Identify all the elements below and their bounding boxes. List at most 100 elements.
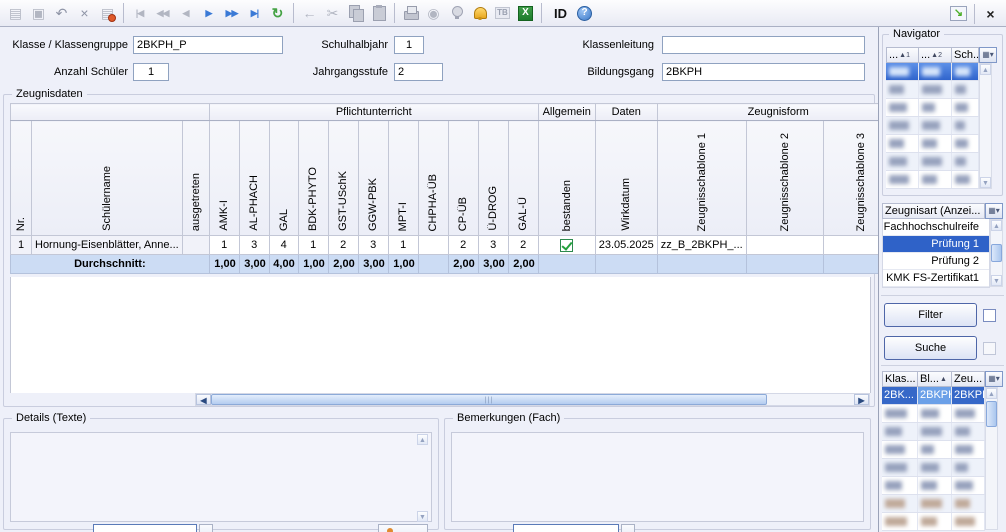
anonymized-row[interactable] — [882, 459, 985, 477]
back-button[interactable]: ← — [298, 2, 321, 25]
copy-button[interactable] — [344, 2, 367, 25]
navigator-vscrollbar[interactable]: ▲ ▼ — [979, 63, 992, 189]
klassen-col-2[interactable]: Bl... ▲ — [918, 371, 952, 387]
new-record-button[interactable]: ▤ — [4, 2, 27, 25]
print-button[interactable] — [399, 2, 422, 25]
bildungsgang-input[interactable] — [662, 63, 865, 81]
nav-prev-fast-button[interactable]: ◀◀ — [151, 2, 174, 25]
cell-ue-drog[interactable]: 3 — [478, 236, 508, 255]
cell-al-phach[interactable]: 3 — [239, 236, 269, 255]
bemerkungen-combo-button[interactable] — [621, 524, 635, 532]
col-header-chpha-ueb[interactable]: CHPHA-ÜB — [418, 121, 448, 236]
cell-nr[interactable]: 1 — [11, 236, 32, 255]
bestanden-checkbox[interactable] — [560, 239, 573, 252]
refresh-button[interactable]: ↻ — [266, 2, 289, 25]
klassen-col-3[interactable]: Zeu... — [952, 371, 985, 387]
anonymized-row[interactable] — [882, 477, 985, 495]
window-switch-button[interactable]: ↘ — [947, 2, 970, 25]
nav-next-fast-button[interactable]: ▶▶ — [220, 2, 243, 25]
col-header-wirkdatum[interactable]: Wirkdatum — [595, 121, 657, 236]
hscroll-left-arrow[interactable]: ◀ — [196, 394, 211, 405]
anonymized-row[interactable] — [882, 441, 985, 459]
details-textarea[interactable]: ▲ ▼ — [10, 432, 432, 522]
col-header-ue-drog[interactable]: Ü-DROG — [478, 121, 508, 236]
anzahl-schueler-input[interactable] — [133, 63, 169, 81]
col-header-zs1[interactable]: Zeugnisschablone 1 — [657, 121, 746, 236]
zeugnisart-grid-menu-button[interactable]: ▦▾ — [985, 203, 1003, 219]
hscroll-right-arrow[interactable]: ▶ — [854, 394, 869, 405]
delete-button[interactable]: × — [73, 2, 96, 25]
cell-zs1[interactable]: zz_B_2BKPH_... — [657, 236, 746, 255]
zeugnisart-item-1[interactable]: Fachhochschulreife — [883, 219, 989, 236]
lamp-button[interactable] — [445, 2, 468, 25]
student-row[interactable]: 1Hornung-Eisenblätter, Anne...1341231232… — [11, 236, 900, 255]
undo-button[interactable]: ↶ — [50, 2, 73, 25]
cell-bdk-phyto[interactable]: 1 — [298, 236, 328, 255]
col-header-amk-i[interactable]: AMK-I — [209, 121, 239, 236]
col-header-gst-uschk[interactable]: GST-USchK — [328, 121, 358, 236]
navigator-col-1[interactable]: ... ▲1 — [886, 47, 919, 63]
col-header-bdk-phyto[interactable]: BDK-PHYTO — [298, 121, 328, 236]
col-header-cp-ueb[interactable]: CP-ÜB — [448, 121, 478, 236]
tb-import-button[interactable]: TB — [491, 2, 514, 25]
col-header-ggw-pbk[interactable]: GGW-PBK — [358, 121, 388, 236]
nav-first-button[interactable]: |◀ — [128, 2, 151, 25]
cell-gal[interactable]: 4 — [269, 236, 298, 255]
col-header-gal-ue[interactable]: GAL-Ü — [508, 121, 538, 236]
hscroll-track[interactable] — [767, 394, 854, 405]
klassenleitung-input[interactable] — [662, 36, 865, 54]
anonymized-row[interactable] — [886, 63, 979, 81]
cd-button[interactable]: ◉ — [422, 2, 445, 25]
cell-mpt-i[interactable]: 1 — [388, 236, 418, 255]
col-header-mpt-i[interactable]: MPT-I — [388, 121, 418, 236]
filter-checkbox[interactable] — [983, 309, 996, 322]
klassen-col-1[interactable]: Klas... — [882, 371, 918, 387]
paste-button[interactable] — [367, 2, 390, 25]
schulhalbjahr-input[interactable] — [394, 36, 424, 54]
col-header-bestanden[interactable]: bestanden — [538, 121, 595, 236]
col-header-nr[interactable]: Nr. — [11, 121, 32, 236]
save-button[interactable]: ▣ — [27, 2, 50, 25]
cell-gal-ue[interactable]: 2 — [508, 236, 538, 255]
grid-hscrollbar[interactable]: ◀ ||| ▶ — [195, 393, 870, 406]
zeugnisart-vscrollbar[interactable]: ▲ ▼ — [990, 219, 1003, 287]
excel-export-button[interactable]: X — [514, 2, 537, 25]
suche-checkbox[interactable] — [983, 342, 996, 355]
cell-zs2[interactable] — [746, 236, 823, 255]
details-combo-button[interactable] — [199, 524, 213, 532]
bemerkungen-template-combo[interactable] — [513, 524, 619, 532]
navigator-vscroll-up[interactable]: ▲ — [980, 64, 991, 75]
navigator-grid-menu-button[interactable]: ▦▾ — [979, 47, 997, 63]
anonymized-row[interactable] — [882, 405, 985, 423]
details-action-button[interactable] — [378, 524, 428, 532]
cut-button[interactable]: ✂ — [321, 2, 344, 25]
nav-prev-button[interactable]: ◀ — [174, 2, 197, 25]
details-vscroll-up[interactable]: ▲ — [417, 434, 428, 445]
nav-next-button[interactable]: ▶ — [197, 2, 220, 25]
anonymized-row[interactable] — [882, 423, 985, 441]
anonymized-row[interactable] — [886, 117, 979, 135]
zeugnisart-vscroll-down[interactable]: ▼ — [991, 275, 1002, 286]
navigator-vscroll-down[interactable]: ▼ — [980, 177, 991, 188]
col-header-al-phach[interactable]: AL-PHACH — [239, 121, 269, 236]
klassen-vscroll-up[interactable]: ▲ — [986, 388, 997, 399]
navigator-col-3[interactable]: Sch... — [952, 47, 979, 63]
help-button[interactable]: ? — [573, 2, 596, 25]
col-header-schuelername[interactable]: Schülername — [32, 121, 183, 236]
klassen-grid-menu-button[interactable]: ▦▾ — [985, 371, 1003, 387]
details-template-combo[interactable] — [93, 524, 197, 532]
form-properties-button[interactable]: ▤ — [96, 2, 119, 25]
cell-amk-i[interactable]: 1 — [209, 236, 239, 255]
zeugnisart-header-label-cell[interactable]: Zeugnisart (Anzei... — [882, 203, 985, 219]
klassen-vscrollbar[interactable]: ▲ — [985, 387, 998, 530]
nav-last-button[interactable]: ▶| — [243, 2, 266, 25]
klassen-selected-row[interactable]: 2BK...2BKPH2BKPH — [882, 387, 985, 405]
anonymized-row[interactable] — [886, 81, 979, 99]
close-button[interactable]: × — [979, 2, 1002, 25]
zeugnisart-item-4[interactable]: KMK FS-Zertifikat1 — [883, 270, 989, 287]
klasse-input[interactable] — [133, 36, 283, 54]
filter-button[interactable]: Filter — [884, 303, 977, 327]
zeugnisart-vscroll-up[interactable]: ▲ — [991, 220, 1002, 231]
zeugnisart-item-3[interactable]: Prüfung 2 — [883, 253, 989, 270]
klassen-vscroll-thumb[interactable] — [986, 401, 997, 427]
